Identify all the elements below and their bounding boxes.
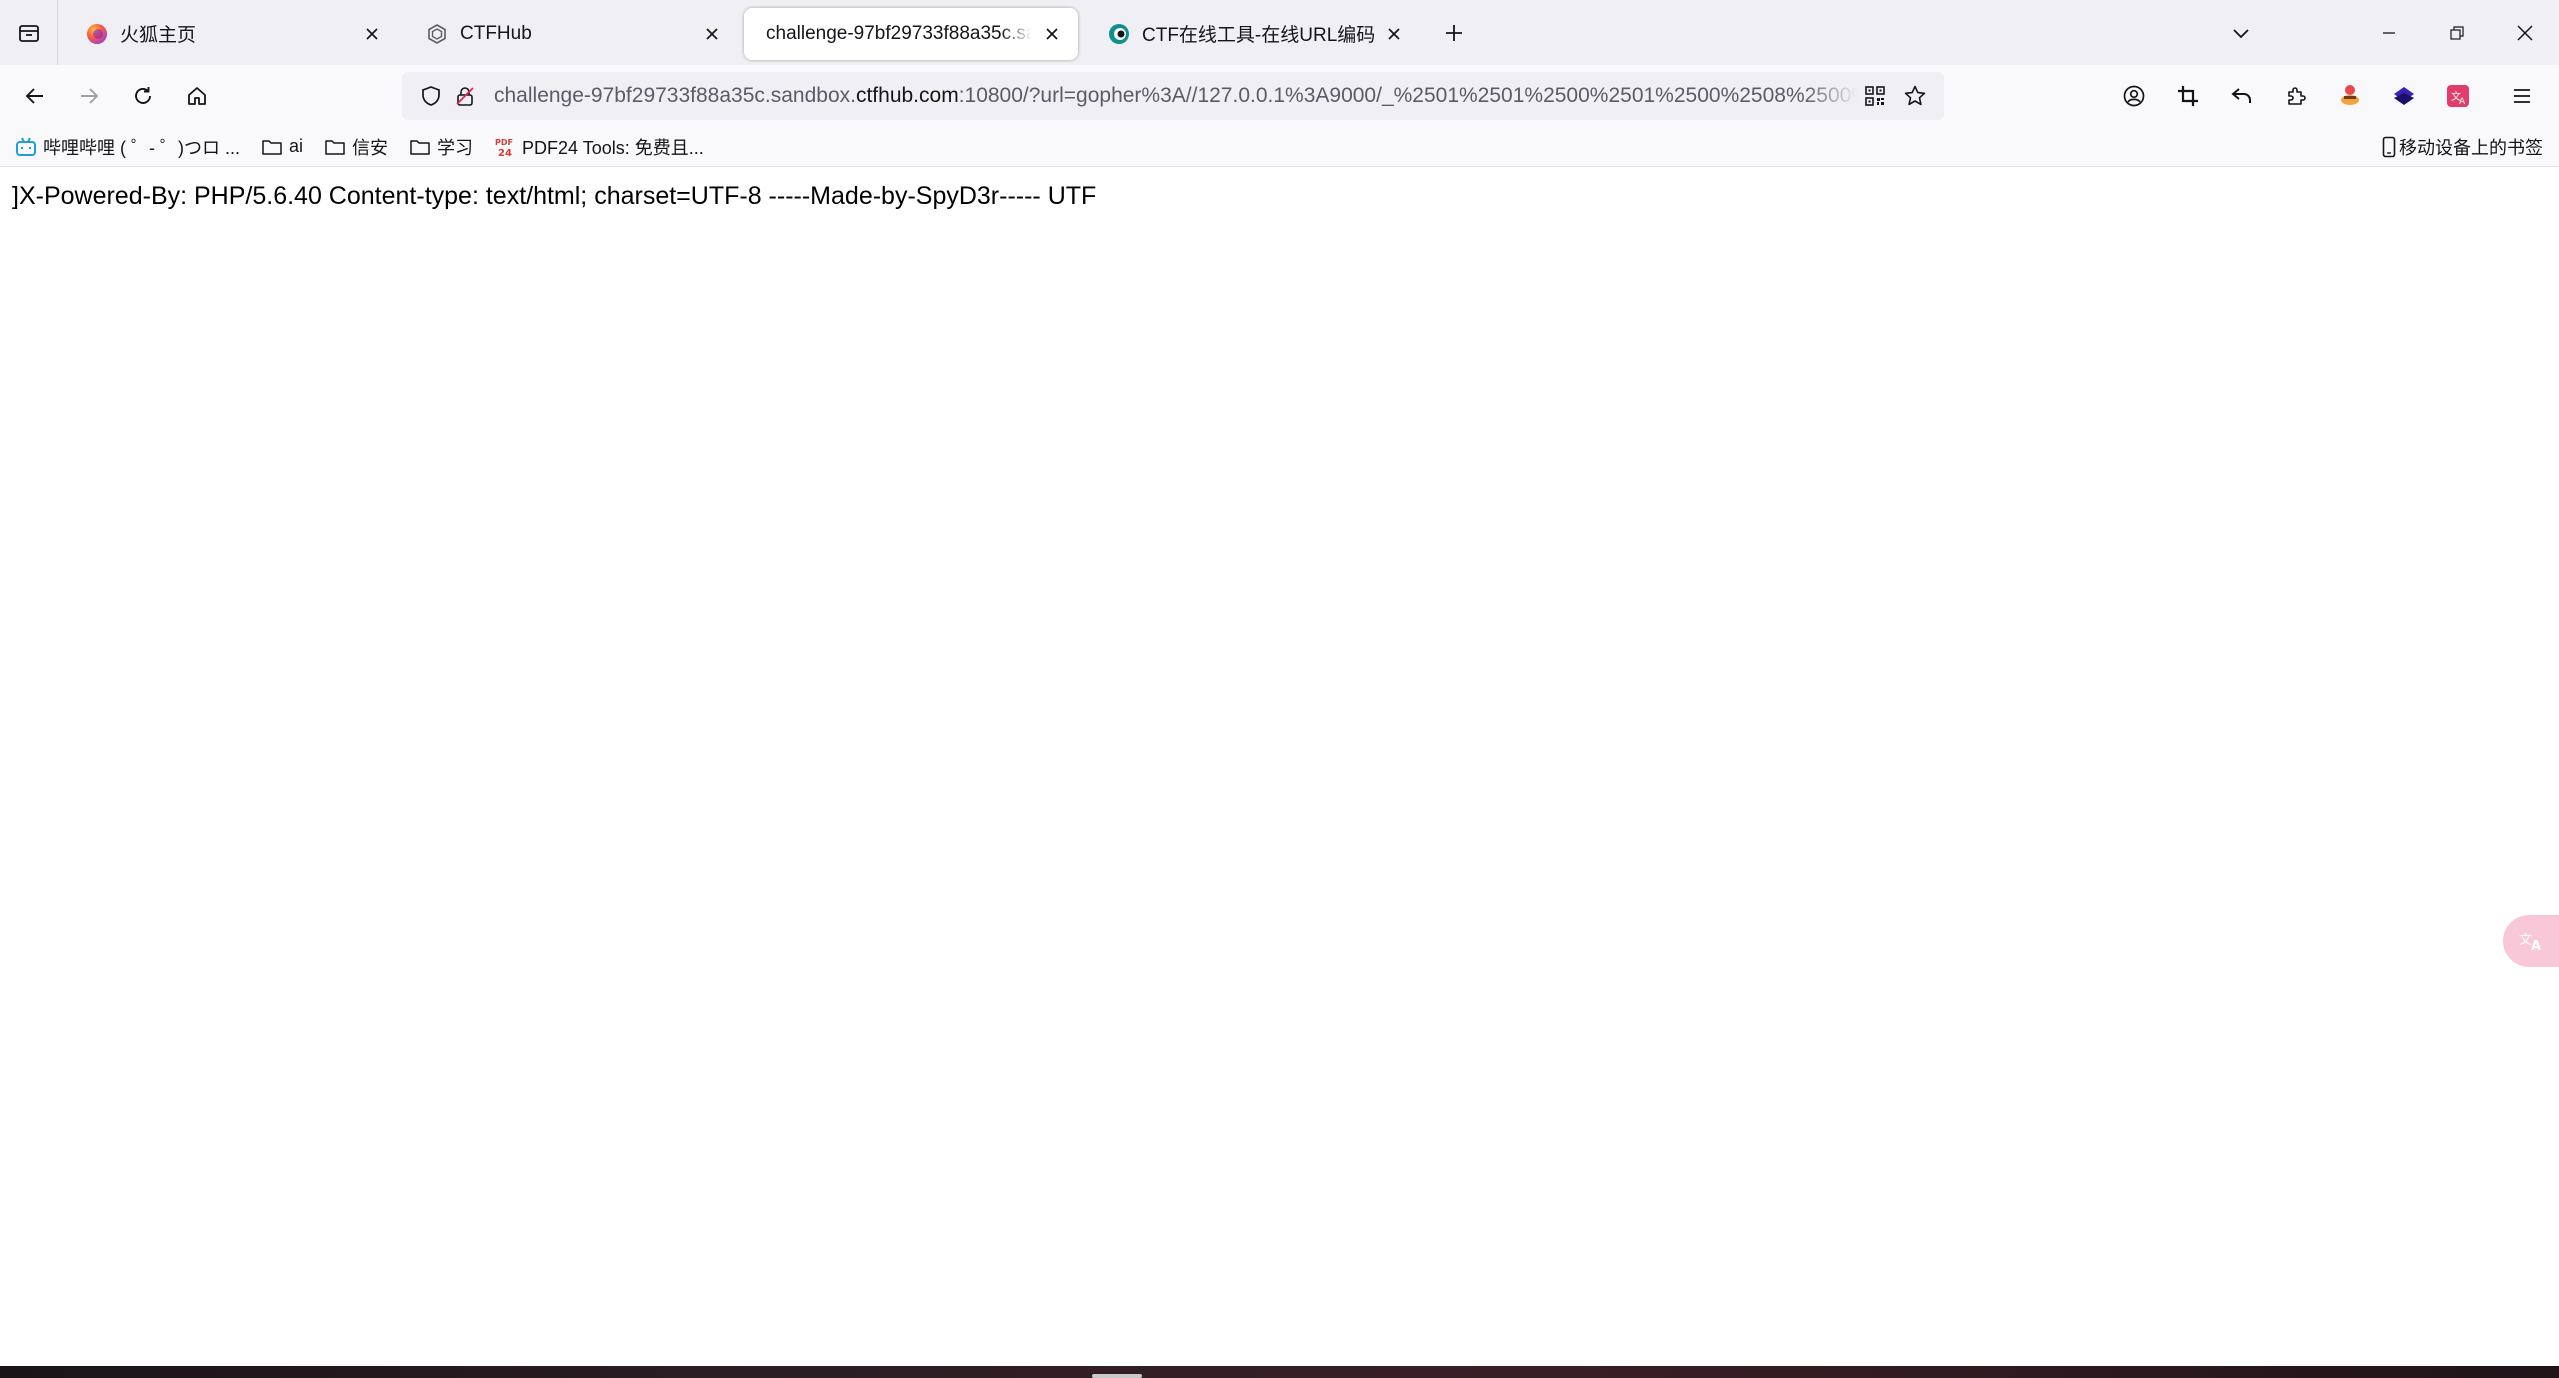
tab-title: CTF在线工具-在线URL编码|URL编码 (1142, 25, 1374, 46)
puzzle-icon (2288, 87, 2306, 105)
translate-icon: 文 A (2447, 85, 2469, 107)
firefox-view-icon (18, 24, 39, 42)
bookmark-label: 哔哩哔哩 ( ゜- ゜)つロ ... (43, 137, 240, 158)
window-controls (2215, 0, 2559, 65)
back-button[interactable] (8, 69, 62, 123)
minimize-button[interactable] (2355, 0, 2423, 65)
url-text[interactable]: challenge-97bf29733f88a35c.sandbox.ctfhu… (494, 84, 1858, 108)
bookmark-pdf24[interactable]: PDF 24 PDF24 Tools: 免费且... (493, 134, 704, 160)
url-suffix: :10800/?url=gopher%3A//127.0.0.1%3A9000/… (958, 84, 1858, 107)
account-button[interactable] (2107, 69, 2161, 123)
ctftool-icon (1108, 23, 1130, 45)
mobile-device-icon (2382, 136, 2396, 158)
svg-text:A: A (2531, 939, 2541, 954)
tab-title: 火狐主页 (120, 25, 197, 46)
mobile-bookmarks-label: 移动设备上的书签 (2399, 138, 2543, 158)
tab-ctfhub[interactable]: CTFHub (404, 8, 738, 60)
floating-translate-button[interactable]: 文 A (2503, 915, 2559, 967)
bookmark-label: ai (289, 136, 304, 156)
close-tab-icon[interactable] (1382, 22, 1406, 46)
bookmark-folder-study[interactable]: 学习 (408, 134, 473, 160)
navigation-toolbar: challenge-97bf29733f88a35c.sandbox.ctfhu… (0, 65, 2559, 127)
account-icon (2123, 85, 2145, 107)
svg-text:PDF: PDF (495, 138, 513, 147)
close-tab-icon[interactable] (1040, 22, 1064, 46)
page-content: ]X-Powered-By: PHP/5.6.40 Content-type: … (0, 168, 2559, 1366)
tab-ctf-tools[interactable]: CTF在线工具-在线URL编码|URL编码 (1086, 8, 1420, 60)
extensions-button[interactable] (2269, 69, 2323, 123)
restore-button[interactable] (2423, 0, 2491, 65)
extension-mascot-icon (2341, 85, 2359, 105)
close-tab-icon[interactable] (360, 22, 384, 46)
layers-icon (2394, 87, 2414, 105)
bookmark-folder-ai[interactable]: ai (260, 135, 303, 159)
tab-firefox-home[interactable]: 火狐主页 (64, 8, 398, 60)
home-icon (188, 87, 206, 105)
undo-close-tab-button[interactable] (2215, 69, 2269, 123)
undo-arrow-icon (2231, 88, 2251, 103)
bookmark-folder-infosec[interactable]: 信安 (323, 134, 388, 160)
bookmark-star-icon[interactable] (1898, 79, 1932, 113)
new-tab-button[interactable] (1428, 7, 1480, 59)
extension-layers-button[interactable] (2377, 69, 2431, 123)
reload-icon (135, 87, 151, 104)
bookmark-label: PDF24 Tools: 免费且... (522, 137, 704, 158)
minimize-icon (2383, 31, 2395, 34)
pdf24-icon: PDF 24 (493, 135, 517, 159)
url-prefix: challenge-97bf29733f88a35c.sandbox. (494, 84, 856, 107)
folder-icon (323, 135, 347, 159)
arrow-left-icon (25, 88, 43, 104)
firefox-icon (86, 23, 108, 45)
url-bar[interactable]: challenge-97bf29733f88a35c.sandbox.ctfhu… (402, 72, 1944, 120)
bookmark-label: 学习 (437, 137, 474, 158)
close-tab-icon[interactable] (700, 22, 724, 46)
bookmarks-toolbar: 哔哩哔哩 ( ゜- ゜)つロ ... ai 信安 学习 PDF 24 PDF24… (0, 127, 2559, 167)
bookmark-bilibili[interactable]: 哔哩哔哩 ( ゜- ゜)つロ ... (14, 134, 240, 160)
taskbar-indicator (1092, 1374, 1142, 1378)
plus-icon (1446, 24, 1462, 41)
tracking-protection-shield-icon[interactable] (414, 79, 448, 113)
folder-icon (408, 135, 432, 159)
bilibili-icon (14, 135, 38, 159)
tab-strip: 火狐主页 CTFHub challenge-97bf29733f88a35c.s… (0, 0, 2559, 65)
svg-text:24: 24 (498, 148, 512, 158)
tab-title: CTFHub (460, 22, 532, 44)
response-body-text: ]X-Powered-By: PHP/5.6.40 Content-type: … (12, 182, 1097, 210)
mobile-bookmarks[interactable]: 移动设备上的书签 (2382, 127, 2543, 167)
folder-icon (260, 135, 284, 159)
bookmark-label: 信安 (352, 137, 389, 158)
extension-translate-button[interactable]: 文 A (2431, 69, 2485, 123)
translate-icon: 文 A (2519, 933, 2541, 954)
chevron-down-icon (2233, 28, 2249, 38)
app-menu-button[interactable] (2495, 69, 2549, 123)
qr-code-icon[interactable] (1858, 79, 1892, 113)
url-domain: ctfhub.com (855, 84, 959, 107)
close-window-button[interactable] (2491, 0, 2559, 65)
extension-hackbar-button[interactable] (2323, 69, 2377, 123)
tab-title: challenge-97bf29733f88a35c.sandbox.ctfhu… (766, 22, 1032, 44)
reload-button[interactable] (116, 69, 170, 123)
arrow-right-icon (81, 88, 99, 104)
home-button[interactable] (170, 69, 224, 123)
firefox-view-button[interactable] (0, 0, 58, 65)
hamburger-menu-icon (2514, 89, 2530, 103)
list-all-tabs-button[interactable] (2215, 7, 2267, 59)
os-taskbar-edge (0, 1366, 2559, 1378)
ctfhub-icon (426, 23, 448, 45)
screenshot-button[interactable] (2161, 69, 2215, 123)
crop-icon (2178, 86, 2198, 106)
insecure-lock-icon[interactable] (448, 79, 482, 113)
forward-button[interactable] (62, 69, 116, 123)
svg-text:A: A (2459, 97, 2466, 107)
tab-challenge[interactable]: challenge-97bf29733f88a35c.sandbox.ctfhu… (744, 7, 1078, 60)
restore-icon (2450, 25, 2464, 40)
close-icon (2517, 24, 2533, 41)
toolbar-right: 文 A (2107, 65, 2559, 127)
